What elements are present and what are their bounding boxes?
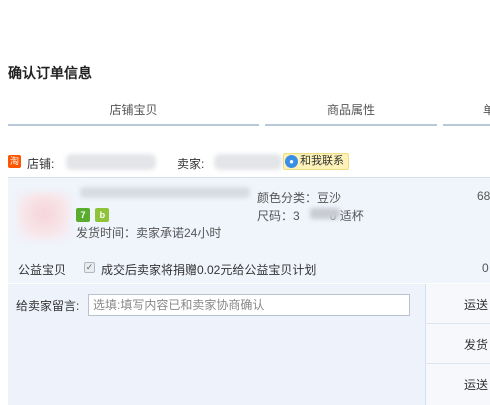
page-title: 确认订单信息 <box>8 65 92 81</box>
charity-text: 成交后卖家将捐赠0.02元给公益宝贝计划 <box>101 263 317 277</box>
extra-label: 运送 <box>464 378 489 392</box>
shop-row: 淘 店铺: 卖家: ● 和我联系 <box>8 150 490 174</box>
attr-size-prefix: 尺码：3 <box>257 209 300 223</box>
charity-value: 0 <box>482 261 489 275</box>
attr-color: 颜色分类：豆沙 <box>257 191 342 205</box>
item-divider <box>8 177 490 178</box>
seller-message-input[interactable] <box>88 294 410 316</box>
taobao-icon: 淘 <box>8 155 21 168</box>
column-underline <box>8 124 259 126</box>
contact-seller-label: 和我联系 <box>300 155 344 167</box>
invoice-row: 发货 <box>426 324 490 364</box>
charity-row: 公益宝贝 ✓ 成交后卖家将捐赠0.02元给公益宝贝计划 0 <box>8 256 490 280</box>
column-shop-item: 店铺宝贝 <box>8 96 259 126</box>
seller-name-redacted <box>214 154 282 170</box>
column-header: 店铺宝贝 商品属性 单 <box>8 96 490 126</box>
shop-label: 店铺: <box>27 157 55 171</box>
order-summary-panel: 运送 发货 运送 <box>425 284 490 405</box>
invoice-label: 发货 <box>464 338 489 352</box>
charity-label: 公益宝贝 <box>18 263 67 277</box>
item-price: 68 <box>477 189 490 203</box>
ship-time: 发货时间：卖家承诺24小时 <box>76 226 222 240</box>
extra-row: 运送 <box>426 364 490 404</box>
attr-size-redacted <box>310 208 340 219</box>
seller-label: 卖家: <box>177 157 205 171</box>
column-underline <box>443 124 490 126</box>
item-thumbnail[interactable] <box>18 193 70 239</box>
item-title-redacted[interactable] <box>80 187 250 198</box>
seven-day-return-icon: 7 <box>76 208 90 222</box>
consumer-protection-icon: b <box>95 208 110 222</box>
charity-checkbox[interactable]: ✓ <box>84 262 95 273</box>
column-price: 单 <box>443 96 490 126</box>
column-shop-item-label: 店铺宝贝 <box>109 103 158 117</box>
seller-message-label: 给卖家留言: <box>16 299 80 313</box>
column-attributes-label: 商品属性 <box>326 103 375 117</box>
column-price-label: 单 <box>483 103 490 117</box>
shipping-label: 运送 <box>464 298 489 312</box>
service-badges: 7 b <box>76 207 111 222</box>
shipping-row: 运送 <box>426 284 490 324</box>
shop-name-redacted <box>66 154 156 170</box>
column-underline <box>265 124 437 126</box>
contact-seller-button[interactable]: ● 和我联系 <box>283 153 349 170</box>
seller-message-area: 给卖家留言: <box>8 284 425 405</box>
wangwang-icon: ● <box>285 155 298 168</box>
column-attributes: 商品属性 <box>265 96 437 126</box>
